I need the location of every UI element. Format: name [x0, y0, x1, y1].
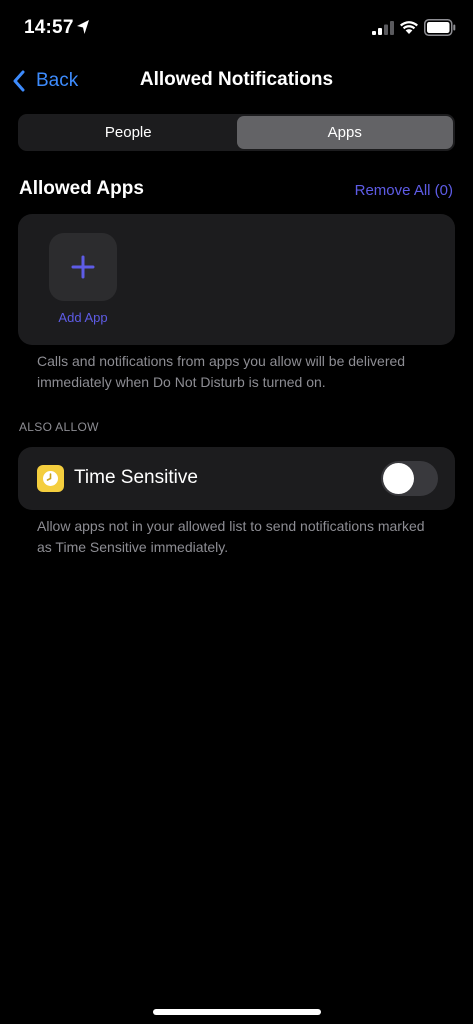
- allowed-apps-card: Add App: [18, 214, 455, 345]
- navigation-bar: Back Allowed Notifications: [0, 56, 473, 104]
- cellular-signal-icon: [372, 21, 394, 35]
- time-sensitive-toggle[interactable]: [381, 461, 438, 496]
- segment-people[interactable]: People: [20, 116, 237, 149]
- wifi-icon: [400, 21, 418, 34]
- toggle-knob: [383, 463, 414, 494]
- clock-icon: [37, 465, 64, 492]
- allowed-apps-footnote: Calls and notifications from apps you al…: [37, 353, 406, 390]
- remove-all-button[interactable]: Remove All (0): [355, 182, 453, 199]
- status-bar: 14:57: [0, 0, 473, 56]
- plus-icon: [71, 255, 95, 279]
- location-arrow-icon: [77, 20, 89, 34]
- add-app-button[interactable]: [49, 233, 117, 301]
- time-sensitive-label: Time Sensitive: [74, 467, 198, 488]
- screen: 14:57 Back Allowed Notifications People …: [0, 0, 473, 1024]
- battery-icon: [424, 19, 456, 36]
- home-indicator[interactable]: [153, 1009, 321, 1015]
- status-time: 14:57: [24, 17, 74, 38]
- page-title: Allowed Notifications: [139, 69, 334, 90]
- time-sensitive-footnote: Allow apps not in your allowed list to s…: [37, 518, 425, 555]
- segment-apps[interactable]: Apps: [236, 116, 453, 149]
- time-sensitive-row: Time Sensitive: [18, 447, 455, 510]
- add-app-label[interactable]: Add App: [40, 310, 126, 325]
- also-allow-header: ALSO ALLOW: [19, 420, 99, 434]
- allowed-apps-title: Allowed Apps: [19, 178, 144, 199]
- segmented-control: People Apps: [18, 114, 455, 151]
